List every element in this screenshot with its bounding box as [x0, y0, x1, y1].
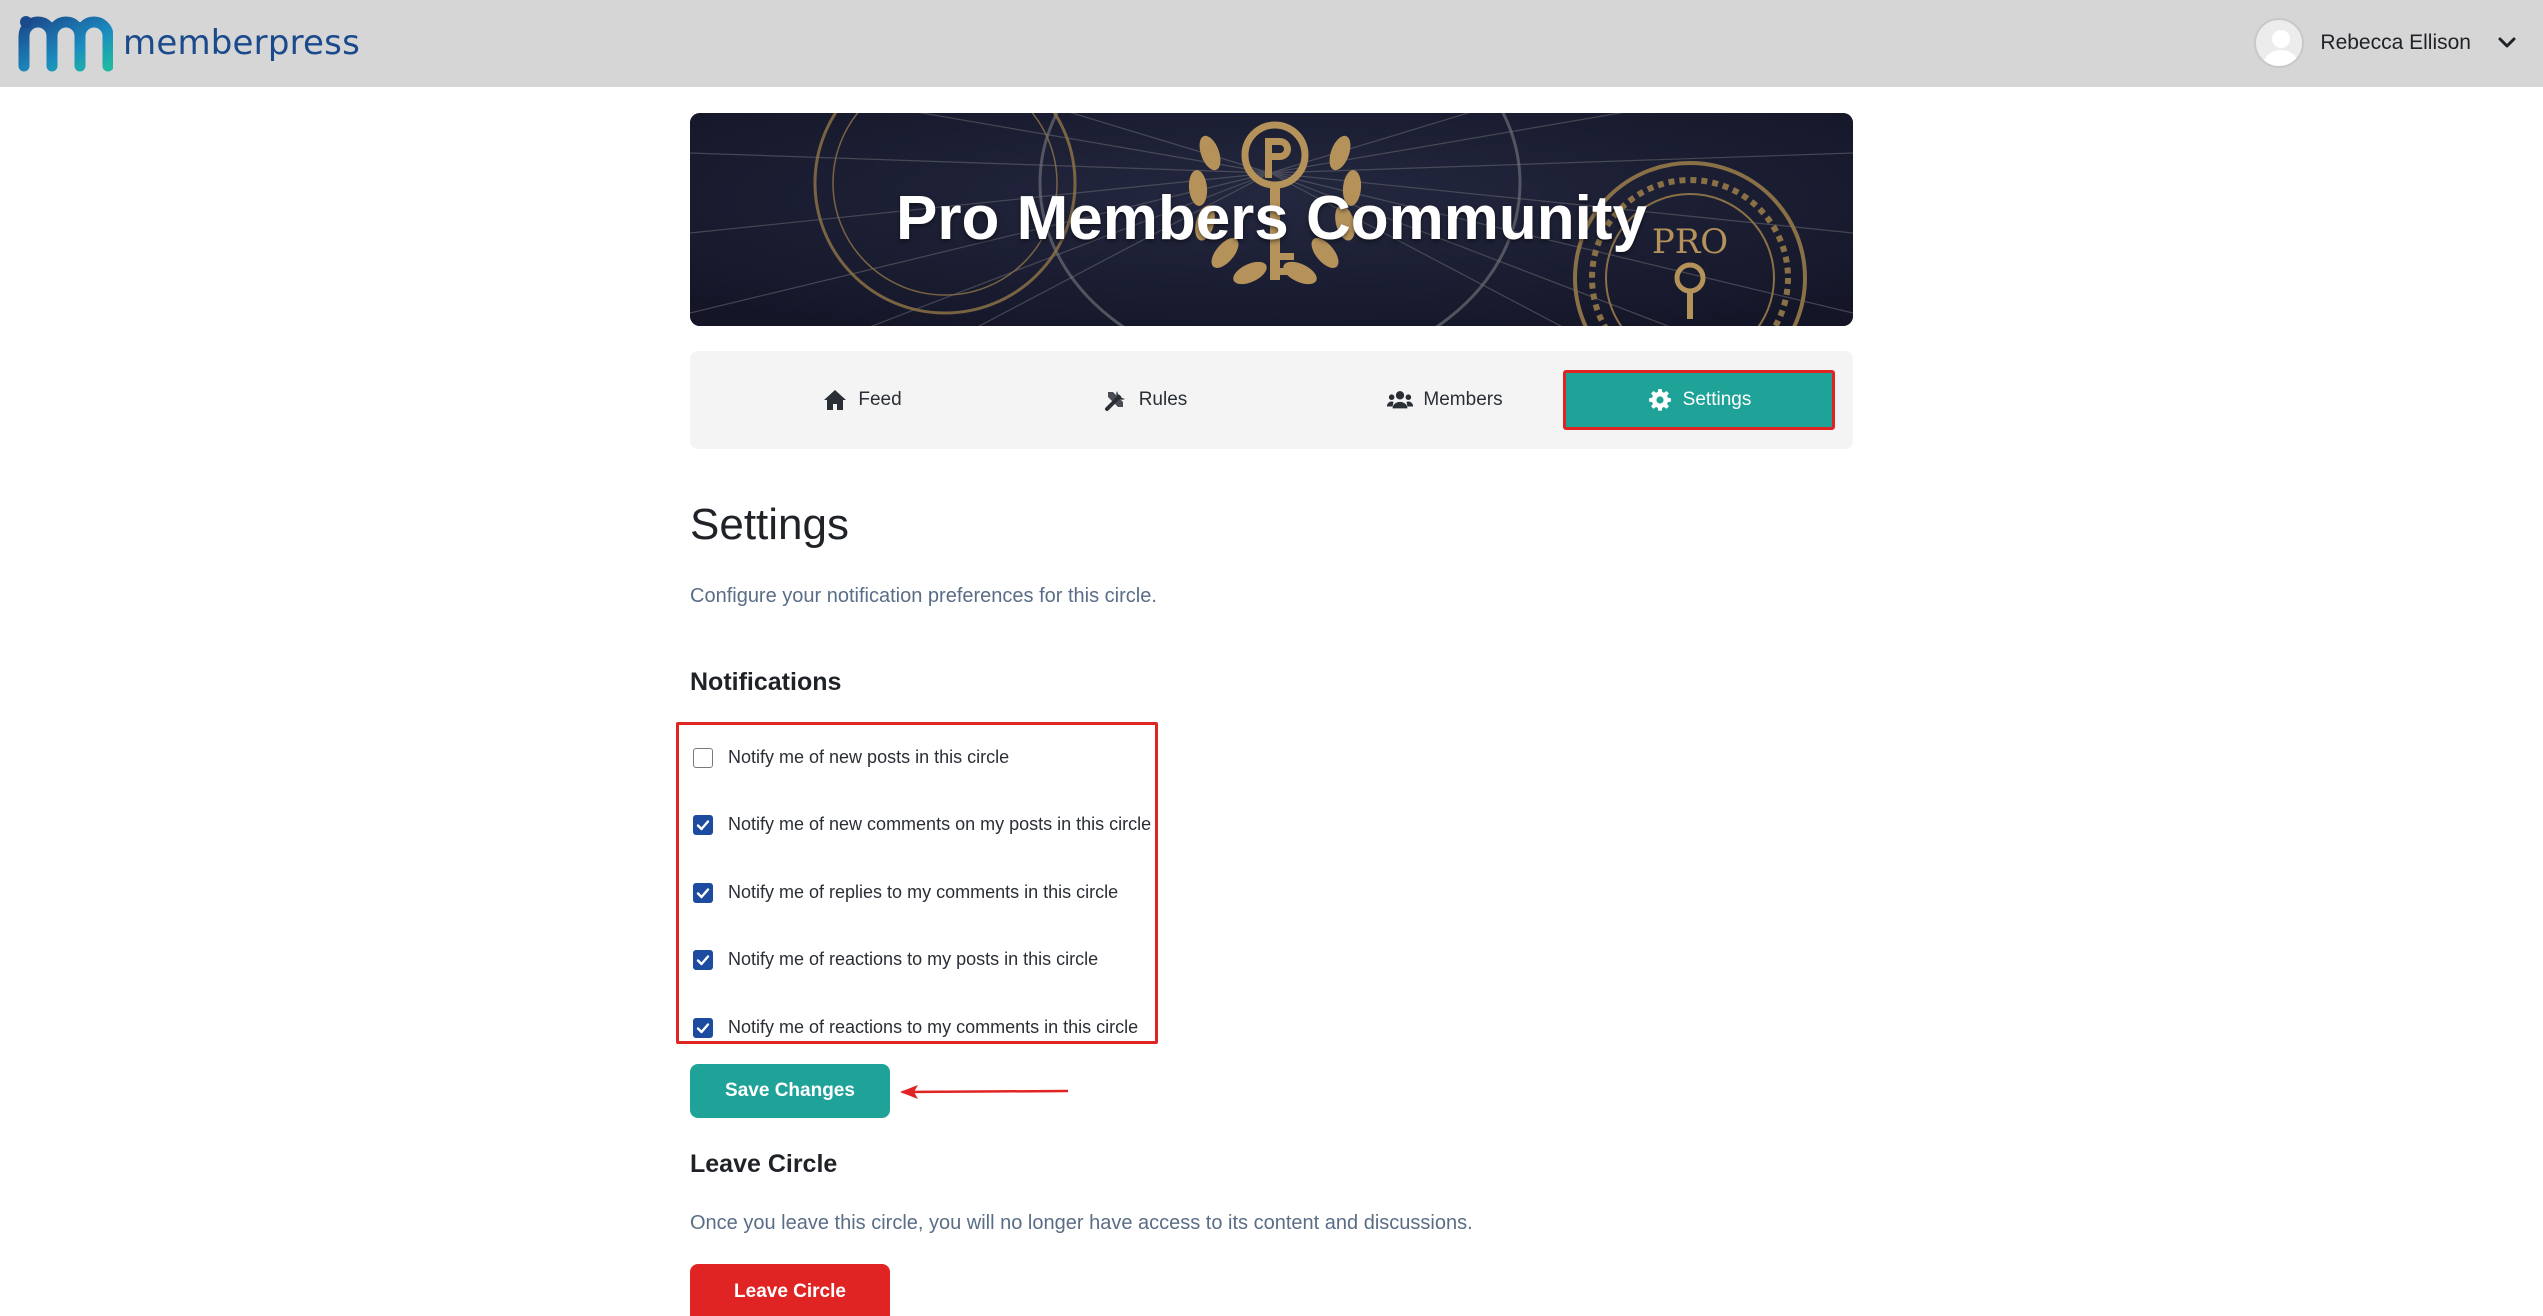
avatar[interactable] — [2254, 18, 2305, 68]
tab-feed-label: Feed — [858, 389, 902, 410]
tab-members[interactable]: Members — [1350, 370, 1540, 430]
users-icon — [1387, 388, 1414, 412]
brand-name: memberpress — [123, 23, 360, 63]
tab-settings[interactable]: Settings — [1563, 370, 1835, 430]
save-changes-button[interactable]: Save Changes — [690, 1064, 890, 1118]
tab-feed[interactable]: Feed — [782, 370, 942, 430]
notify-new-posts-checkbox[interactable] — [693, 747, 713, 768]
notify-post-reactions-label: Notify me of reactions to my posts in th… — [728, 949, 1099, 969]
tab-settings-label: Settings — [1682, 389, 1752, 410]
leave-circle-button[interactable]: Leave Circle — [690, 1264, 890, 1316]
circle-tabs: Feed Rules Members Settings — [690, 351, 1853, 449]
settings-description: Configure your notification preferences … — [690, 585, 1157, 607]
leave-circle-heading: Leave Circle — [690, 1150, 838, 1178]
checkmark-icon — [696, 1022, 710, 1033]
community-banner: PRO Pro Members Community — [690, 113, 1853, 326]
notify-new-posts-label: Notify me of new posts in this circle — [728, 747, 1010, 767]
tab-rules-label: Rules — [1138, 389, 1188, 410]
notification-options: Notify me of new posts in this circle No… — [676, 722, 1158, 1044]
user-silhouette-icon — [2263, 30, 2300, 66]
user-menu[interactable]: Rebecca Ellison — [2254, 18, 2517, 68]
notify-new-comments-option[interactable]: Notify me of new comments on my posts in… — [693, 814, 1151, 835]
notify-post-reactions-checkbox[interactable] — [693, 949, 713, 970]
community-title: Pro Members Community — [895, 184, 1648, 253]
notify-new-posts-option[interactable]: Notify me of new posts in this circle — [693, 747, 1009, 768]
notify-comment-reactions-checkbox[interactable] — [693, 1017, 713, 1038]
user-name: Rebecca Ellison — [2320, 31, 2471, 54]
tools-icon — [1103, 388, 1129, 412]
checkmark-icon — [696, 954, 710, 965]
chevron-down-icon[interactable] — [2497, 36, 2517, 50]
notify-new-comments-label: Notify me of new comments on my posts in… — [728, 814, 1152, 834]
notify-comment-reactions-option[interactable]: Notify me of reactions to my comments in… — [693, 1017, 1138, 1038]
annotation-arrow-icon — [900, 1085, 1069, 1099]
notify-replies-label: Notify me of replies to my comments in t… — [728, 882, 1119, 902]
leave-circle-description: Once you leave this circle, you will no … — [690, 1212, 1473, 1234]
checkmark-icon — [696, 819, 710, 830]
home-icon — [822, 388, 848, 412]
notifications-heading: Notifications — [690, 668, 842, 696]
tab-members-label: Members — [1423, 389, 1503, 410]
memberpress-logo[interactable]: memberpress — [18, 14, 360, 72]
checkmark-icon — [696, 887, 710, 898]
notify-comment-reactions-label: Notify me of reactions to my comments in… — [728, 1017, 1139, 1037]
notify-replies-checkbox[interactable] — [693, 882, 713, 903]
gear-icon — [1647, 388, 1673, 412]
notify-replies-option[interactable]: Notify me of replies to my comments in t… — [693, 882, 1118, 903]
top-bar: memberpress Rebecca Ellison — [0, 0, 2543, 87]
tab-rules[interactable]: Rules — [1065, 370, 1225, 430]
memberpress-logo-mark-icon — [18, 16, 113, 72]
notify-new-comments-checkbox[interactable] — [693, 814, 713, 835]
page-title: Settings — [690, 500, 849, 549]
notify-post-reactions-option[interactable]: Notify me of reactions to my posts in th… — [693, 949, 1098, 970]
